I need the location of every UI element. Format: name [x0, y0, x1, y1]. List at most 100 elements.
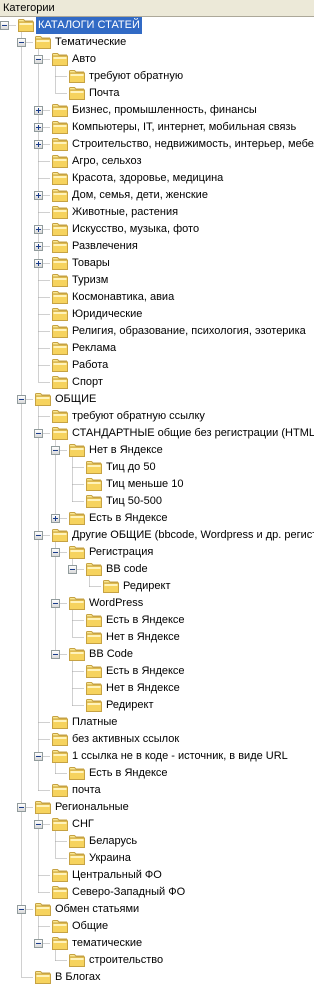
tree-item[interactable]: Спорт: [0, 374, 314, 391]
tree-item[interactable]: Агро, сельхоз: [0, 153, 314, 170]
tree-item-label[interactable]: Есть в Яндексе: [104, 612, 187, 629]
tree-item-label[interactable]: Центральный ФО: [70, 867, 164, 884]
tree-item[interactable]: Платные: [0, 714, 314, 731]
tree-item[interactable]: Регистрация: [0, 544, 314, 561]
tree-item[interactable]: BB code: [0, 561, 314, 578]
tree-item-label[interactable]: Тиц меньше 10: [104, 476, 185, 493]
tree-item-label[interactable]: Искусство, музыка, фото: [70, 221, 201, 238]
tree-item-label[interactable]: Есть в Яндексе: [87, 510, 170, 527]
tree-item-label[interactable]: Развлечения: [70, 238, 140, 255]
expand-toggle-icon[interactable]: [34, 225, 43, 234]
tree-item[interactable]: Искусство, музыка, фото: [0, 221, 314, 238]
tree-item[interactable]: Есть в Яндексе: [0, 663, 314, 680]
tree-item-label[interactable]: Бизнес, промышленность, финансы: [70, 102, 259, 119]
tree-item[interactable]: Тиц до 50: [0, 459, 314, 476]
tree-item-label[interactable]: Тематические: [53, 34, 128, 51]
tree-item-label[interactable]: тематические: [70, 935, 144, 952]
tree-item-label[interactable]: требуют обратную: [87, 68, 185, 85]
tree-item-label[interactable]: Редирект: [121, 578, 173, 595]
tree-item[interactable]: Работа: [0, 357, 314, 374]
tree-item[interactable]: строительство: [0, 952, 314, 969]
tree-item-label[interactable]: строительство: [87, 952, 165, 969]
category-tree[interactable]: КАТАЛОГИ СТАТЕЙ Тематические Авто требуют о…: [0, 17, 314, 987]
tree-item-label[interactable]: Есть в Яндексе: [87, 765, 170, 782]
tree-item[interactable]: тематические: [0, 935, 314, 952]
expand-toggle-icon[interactable]: [51, 514, 60, 523]
collapse-toggle-icon[interactable]: [34, 531, 43, 540]
tree-item[interactable]: Строительство, недвижимость, интерьер, м…: [0, 136, 314, 153]
tree-item-label[interactable]: Строительство, недвижимость, интерьер, м…: [70, 136, 314, 153]
tree-item[interactable]: BB Code: [0, 646, 314, 663]
tree-item[interactable]: Компьютеры, IT, интернет, мобильная связ…: [0, 119, 314, 136]
collapse-toggle-icon[interactable]: [34, 55, 43, 64]
tree-item[interactable]: Реклама: [0, 340, 314, 357]
tree-item-label[interactable]: Общие: [70, 918, 110, 935]
tree-item-label[interactable]: Космонавтика, авиа: [70, 289, 176, 306]
tree-item[interactable]: Юридические: [0, 306, 314, 323]
tree-item[interactable]: Общие: [0, 918, 314, 935]
tree-item[interactable]: WordPress: [0, 595, 314, 612]
tree-item-label[interactable]: Редирект: [104, 697, 156, 714]
tree-item[interactable]: Региональные: [0, 799, 314, 816]
collapse-toggle-icon[interactable]: [51, 650, 60, 659]
tree-item-label[interactable]: Агро, сельхоз: [70, 153, 144, 170]
tree-item[interactable]: Другие ОБЩИЕ (bbcode, Wordpress и др. ре…: [0, 527, 314, 544]
tree-item[interactable]: Дом, семья, дети, женские: [0, 187, 314, 204]
collapse-toggle-icon[interactable]: [17, 395, 26, 404]
tree-item[interactable]: Обмен статьями: [0, 901, 314, 918]
tree-item[interactable]: Космонавтика, авиа: [0, 289, 314, 306]
tree-item[interactable]: Редирект: [0, 697, 314, 714]
tree-item-label[interactable]: Религия, образование, психология, эзотер…: [70, 323, 308, 340]
collapse-toggle-icon[interactable]: [51, 548, 60, 557]
tree-item[interactable]: Украина: [0, 850, 314, 867]
tree-item-label[interactable]: без активных ссылок: [70, 731, 181, 748]
tree-item-label[interactable]: Авто: [70, 51, 98, 68]
tree-item[interactable]: Есть в Яндексе: [0, 765, 314, 782]
collapse-toggle-icon[interactable]: [17, 38, 26, 47]
tree-item-label[interactable]: Реклама: [70, 340, 118, 357]
tree-item-label[interactable]: КАТАЛОГИ СТАТЕЙ: [36, 17, 142, 34]
tree-item-label[interactable]: Спорт: [70, 374, 105, 391]
tree-item-label[interactable]: В Блогах: [53, 969, 103, 986]
tree-item[interactable]: Бизнес, промышленность, финансы: [0, 102, 314, 119]
tree-item-label[interactable]: СТАНДАРТНЫЕ общие без регистрации (HTML): [70, 425, 314, 442]
tree-item-label[interactable]: Работа: [70, 357, 110, 374]
tree-item[interactable]: Религия, образование, психология, эзотер…: [0, 323, 314, 340]
tree-item-label[interactable]: почта: [70, 782, 103, 799]
tree-item[interactable]: без активных ссылок: [0, 731, 314, 748]
collapse-toggle-icon[interactable]: [51, 599, 60, 608]
tree-item-label[interactable]: WordPress: [87, 595, 145, 612]
tree-item[interactable]: КАТАЛОГИ СТАТЕЙ: [0, 17, 314, 34]
tree-item[interactable]: Красота, здоровье, медицина: [0, 170, 314, 187]
tree-item-label[interactable]: Товары: [70, 255, 112, 272]
tree-item-label[interactable]: Обмен статьями: [53, 901, 141, 918]
tree-item[interactable]: Нет в Яндексе: [0, 680, 314, 697]
tree-item[interactable]: Туризм: [0, 272, 314, 289]
tree-item-label[interactable]: Тиц 50-500: [104, 493, 164, 510]
tree-item[interactable]: требуют обратную: [0, 68, 314, 85]
tree-item[interactable]: требуют обратную ссылку: [0, 408, 314, 425]
tree-item-label[interactable]: Платные: [70, 714, 119, 731]
tree-item-label[interactable]: Нет в Яндексе: [104, 680, 182, 697]
tree-item-label[interactable]: Нет в Яндексе: [87, 442, 165, 459]
tree-item[interactable]: СНГ: [0, 816, 314, 833]
expand-toggle-icon[interactable]: [34, 106, 43, 115]
collapse-toggle-icon[interactable]: [17, 803, 26, 812]
tree-item-label[interactable]: Есть в Яндексе: [104, 663, 187, 680]
tree-item[interactable]: Авто: [0, 51, 314, 68]
tree-item-label[interactable]: Животные, растения: [70, 204, 180, 221]
collapse-toggle-icon[interactable]: [17, 905, 26, 914]
tree-item[interactable]: почта: [0, 782, 314, 799]
tree-item[interactable]: Нет в Яндексе: [0, 442, 314, 459]
tree-item-label[interactable]: Почта: [87, 85, 122, 102]
tree-item-label[interactable]: BB Code: [87, 646, 135, 663]
tree-item-label[interactable]: Юридические: [70, 306, 144, 323]
tree-item-label[interactable]: Другие ОБЩИЕ (bbcode, Wordpress и др. ре…: [70, 527, 314, 544]
tree-item-label[interactable]: требуют обратную ссылку: [70, 408, 207, 425]
tree-item[interactable]: Нет в Яндексе: [0, 629, 314, 646]
tree-item[interactable]: 1 ссылка не в коде - источник, в виде UR…: [0, 748, 314, 765]
expand-toggle-icon[interactable]: [34, 140, 43, 149]
tree-item-label[interactable]: СНГ: [70, 816, 96, 833]
tree-item[interactable]: Тиц меньше 10: [0, 476, 314, 493]
tree-item[interactable]: СТАНДАРТНЫЕ общие без регистрации (HTML): [0, 425, 314, 442]
